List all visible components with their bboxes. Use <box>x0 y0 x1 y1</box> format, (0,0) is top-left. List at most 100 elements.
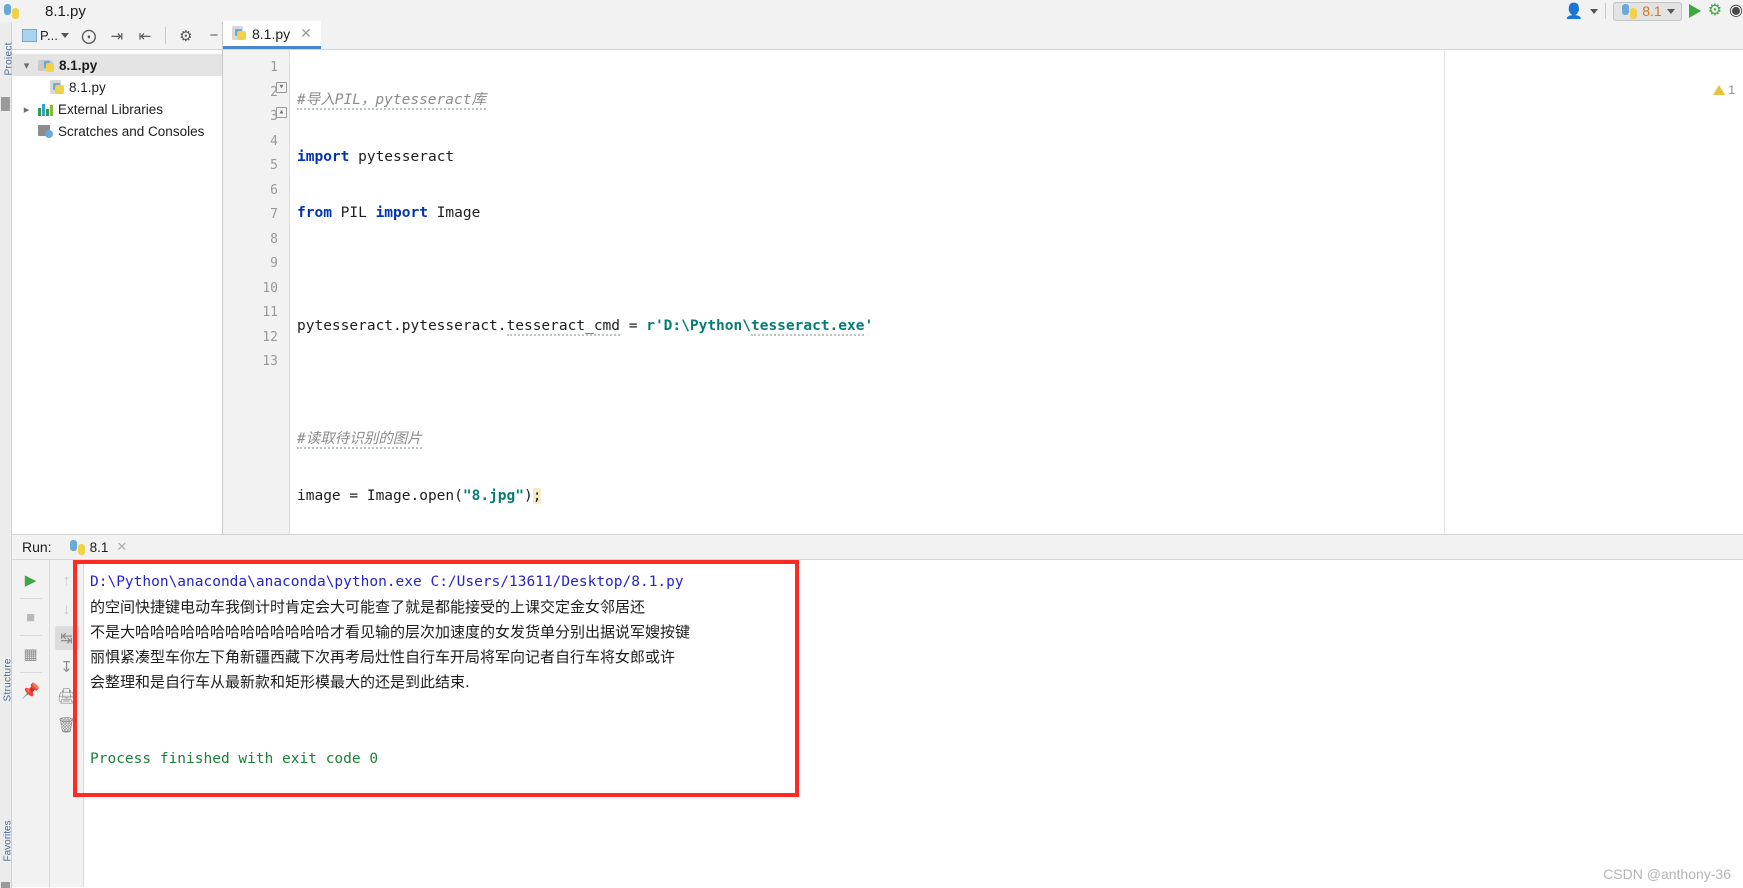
tree-item-label: External Libraries <box>58 101 164 117</box>
editor-gutter[interactable]: 1 2 3 4 5 6 7 8 9 10 11 12 13 ▾ ▴ <box>223 50 290 534</box>
console-output[interactable]: D:\Python\anaconda\anaconda\python.exe C… <box>84 560 1743 887</box>
file-python-icon <box>50 79 64 95</box>
project-icon <box>22 29 37 42</box>
minimize-icon[interactable]: − <box>206 27 222 45</box>
project-tree: ▾ 8.1.py 8.1.py ▸ External Libraries Scr… <box>12 50 222 142</box>
code-string: r'D:\Python\tesseract.exe' <box>646 318 874 336</box>
tree-item-external-libraries[interactable]: ▸ External Libraries <box>12 98 222 120</box>
rerun-icon[interactable]: ▶ <box>19 568 43 592</box>
trash-icon[interactable]: 🗑 <box>55 713 79 737</box>
project-toolbar: P... ⨀ ⇥ ⇤ ⚙ − <box>12 22 222 50</box>
run-icon[interactable] <box>1688 4 1701 18</box>
close-icon[interactable]: ✕ <box>116 539 127 555</box>
print-icon[interactable]: 🖨 <box>55 684 79 708</box>
fold-end-icon[interactable]: ▴ <box>276 107 287 118</box>
python-icon <box>4 3 19 19</box>
rail-marker <box>1 97 10 111</box>
toolbar-divider <box>1605 3 1607 19</box>
line-number: 6 <box>270 182 278 198</box>
debug-icon[interactable]: ⚙ <box>1708 3 1722 19</box>
inspection-warning-indicator[interactable]: 1 <box>1713 83 1735 97</box>
collapse-all-icon[interactable]: ⇤ <box>137 27 153 45</box>
code-semicolon-highlight: ; <box>532 487 542 504</box>
file-python-icon <box>232 26 246 41</box>
down-arrow-icon[interactable]: ↓ <box>55 597 79 621</box>
console-command-line: D:\Python\anaconda\anaconda\python.exe C… <box>90 574 684 590</box>
run-panel-title: Run: <box>22 539 52 555</box>
window-title-bar: 8.1.py 👤 8.1 ⚙ ◉ <box>0 0 1743 22</box>
code-attr: tesseract_cmd <box>506 318 621 336</box>
chevron-down-icon[interactable]: ▾ <box>20 59 33 72</box>
fold-collapse-icon[interactable]: ▾ <box>276 82 287 93</box>
chevron-down-icon[interactable] <box>60 33 69 38</box>
console-output-line: 不是大哈哈哈哈哈哈哈哈哈哈哈哈哈才看见输的层次加速度的女发货单分别出据说军嫂按键 <box>90 623 691 641</box>
run-tab-label: 8.1 <box>89 539 109 555</box>
warning-triangle-icon <box>1713 85 1726 95</box>
toolbar-divider <box>164 27 166 44</box>
scroll-to-end-icon[interactable]: ↧ <box>55 655 79 679</box>
run-configuration-label: 8.1 <box>1642 3 1662 19</box>
code-string: "8.jpg" <box>462 487 524 504</box>
code-line-2: import pytesseract <box>297 148 455 165</box>
run-tab-8-1[interactable]: 8.1 ✕ <box>66 539 127 555</box>
libraries-icon <box>38 103 53 116</box>
tree-item-label: 8.1.py <box>59 57 98 73</box>
line-number: 1 <box>270 60 278 75</box>
run-actions-toolbar: ▶ ■ ▦ 📌 <box>12 560 50 887</box>
user-chevron-down-icon[interactable] <box>1590 8 1599 14</box>
line-number: 13 <box>262 354 278 369</box>
console-output-line: 的空间快捷键电动车我倒计时肯定会大可能查了就是都能接受的上课交定金女邻居还 <box>90 598 646 616</box>
editor-inspection-strip[interactable] <box>1731 50 1743 534</box>
tree-item-scratches-and-consoles[interactable]: Scratches and Consoles <box>12 120 222 142</box>
code-line-7: #读取待识别的图片 <box>290 427 1743 452</box>
close-icon[interactable]: ✕ <box>300 25 312 42</box>
soft-wrap-icon[interactable]: ↹ <box>54 626 79 650</box>
window-title: 8.1.py <box>45 2 86 20</box>
pin-icon[interactable]: 📌 <box>19 679 43 703</box>
line-number: 8 <box>270 231 278 247</box>
expand-all-icon[interactable]: ⇥ <box>109 27 125 45</box>
watermark-text: CSDN @anthony-36 <box>1603 866 1731 882</box>
line-number: 12 <box>262 329 278 345</box>
stop-icon[interactable]: ■ <box>19 605 43 629</box>
console-actions-toolbar: ↑ ↓ ↹ ↧ 🖨 🗑 <box>50 560 84 887</box>
python-icon <box>69 539 85 555</box>
console-finished-line: Process finished with exit code 0 <box>90 751 379 767</box>
toolbar-divider <box>19 672 42 673</box>
code-keyword-import: import <box>297 148 350 165</box>
line-number: 4 <box>270 133 278 149</box>
code-line-1: #导入PIL，pytesseract库 <box>290 88 1743 113</box>
code-keyword-from: from <box>297 205 332 221</box>
gear-icon[interactable]: ⚙ <box>178 27 194 45</box>
run-tool-header: Run: 8.1 ✕ <box>12 534 1743 560</box>
tree-item-label: 8.1.py <box>69 79 106 95</box>
line-number: 9 <box>270 256 278 271</box>
editor-tab-8-1-py[interactable]: 8.1.py ✕ <box>223 21 321 49</box>
layout-icon[interactable]: ▦ <box>19 642 43 666</box>
left-tool-rail: Project Structure Favorites <box>0 22 15 888</box>
code-comment: #导入PIL，pytesseract库 <box>297 92 486 110</box>
console-scrollbar[interactable] <box>1731 560 1743 887</box>
run-tool-window: Run: 8.1 ✕ ▶ ■ ▦ 📌 ↑ ↓ ↹ ↧ 🖨 🗑 D:\Python… <box>12 534 1743 888</box>
run-configuration-selector[interactable]: 8.1 <box>1613 1 1682 21</box>
editor-body[interactable]: 1 2 3 4 5 6 7 8 9 10 11 12 13 ▾ ▴ #导入PIL… <box>223 50 1743 791</box>
tree-item-file-8-1-py[interactable]: 8.1.py <box>12 76 222 98</box>
line-number: 7 <box>270 207 278 222</box>
toolbar-divider <box>19 598 42 599</box>
code-content[interactable]: #导入PIL，pytesseract库 import pytesseract f… <box>290 50 1743 791</box>
target-icon[interactable]: ⨀ <box>81 27 97 45</box>
coverage-icon[interactable]: ◉ <box>1729 3 1743 19</box>
up-arrow-icon[interactable]: ↑ <box>55 568 79 592</box>
scratches-icon <box>38 124 53 138</box>
chevron-right-icon[interactable]: ▸ <box>20 103 33 116</box>
rail-marker <box>1 882 10 888</box>
toolbar-divider <box>19 635 42 636</box>
code-line-5: pytesseract.pytesseract.tesseract_cmd = … <box>297 318 874 336</box>
tree-item-project-root[interactable]: ▾ 8.1.py <box>12 54 222 76</box>
user-icon[interactable]: 👤 <box>1565 2 1584 20</box>
chevron-down-icon[interactable] <box>1666 8 1675 14</box>
project-view-selector[interactable]: P... <box>22 28 69 43</box>
project-view-label: P... <box>40 28 58 43</box>
